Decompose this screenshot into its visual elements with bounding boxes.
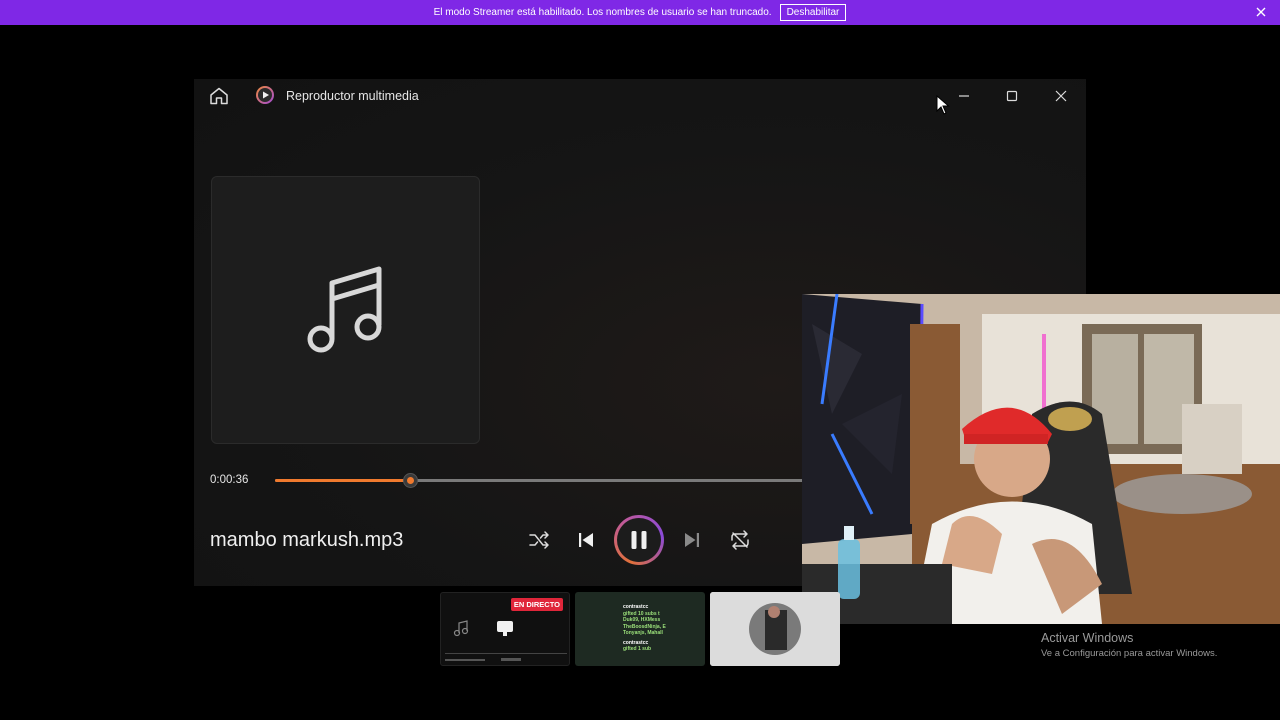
track-name: mambo markush.mp3	[210, 529, 404, 551]
chat-line: gifted 1 sub	[623, 646, 652, 652]
activate-windows-watermark: Activar Windows Ve a Configuración para …	[1041, 631, 1217, 659]
webcam-overlay	[802, 294, 1280, 624]
chat-line: Duk09, HXMess	[623, 617, 661, 623]
maximize-icon[interactable]	[1002, 87, 1022, 105]
pause-icon	[631, 531, 647, 549]
stream-preview-thumbnail[interactable]: EN DIRECTO	[440, 592, 570, 666]
streamer-mode-banner: El modo Streamer está habilitado. Los no…	[0, 0, 1280, 25]
webcam-image	[802, 294, 1280, 624]
repeat-icon[interactable]	[728, 528, 752, 552]
close-icon[interactable]	[1254, 5, 1268, 19]
current-time: 0:00:36	[210, 474, 249, 486]
chat-preview-thumbnail[interactable]: contrastcc gifted 10 subs t Duk09, HXMes…	[575, 592, 705, 666]
music-note-icon	[307, 266, 382, 353]
chat-line: Tonyanjs, Mahall	[623, 630, 663, 636]
title-bar[interactable]: Reproductor multimedia	[194, 79, 1086, 113]
minimize-icon[interactable]	[954, 87, 974, 105]
home-icon[interactable]	[208, 86, 230, 106]
seek-bar-progress	[275, 479, 410, 482]
activate-subtitle: Ve a Configuración para activar Windows.	[1041, 648, 1218, 659]
camera-preview-thumbnail[interactable]	[710, 592, 840, 666]
seek-bar[interactable]	[275, 473, 815, 488]
pause-button[interactable]	[614, 515, 664, 565]
album-art	[211, 176, 480, 444]
banner-text: El modo Streamer está habilitado. Los no…	[433, 7, 772, 18]
seek-bar-thumb[interactable]	[403, 473, 418, 488]
mouse-cursor-icon	[936, 95, 950, 115]
activate-title: Activar Windows	[1041, 631, 1134, 645]
shuffle-icon[interactable]	[527, 528, 551, 552]
live-badge: EN DIRECTO	[510, 598, 563, 611]
media-player-app-icon	[256, 86, 274, 104]
next-icon[interactable]	[680, 528, 704, 552]
previous-icon[interactable]	[574, 528, 598, 552]
window-title: Reproductor multimedia	[286, 89, 419, 103]
camera-preview-image	[710, 592, 840, 666]
disable-streamer-button[interactable]: Deshabilitar	[779, 4, 847, 21]
chat-preview: contrastcc gifted 10 subs t Duk09, HXMes…	[623, 604, 666, 653]
close-window-icon[interactable]	[1051, 87, 1071, 105]
